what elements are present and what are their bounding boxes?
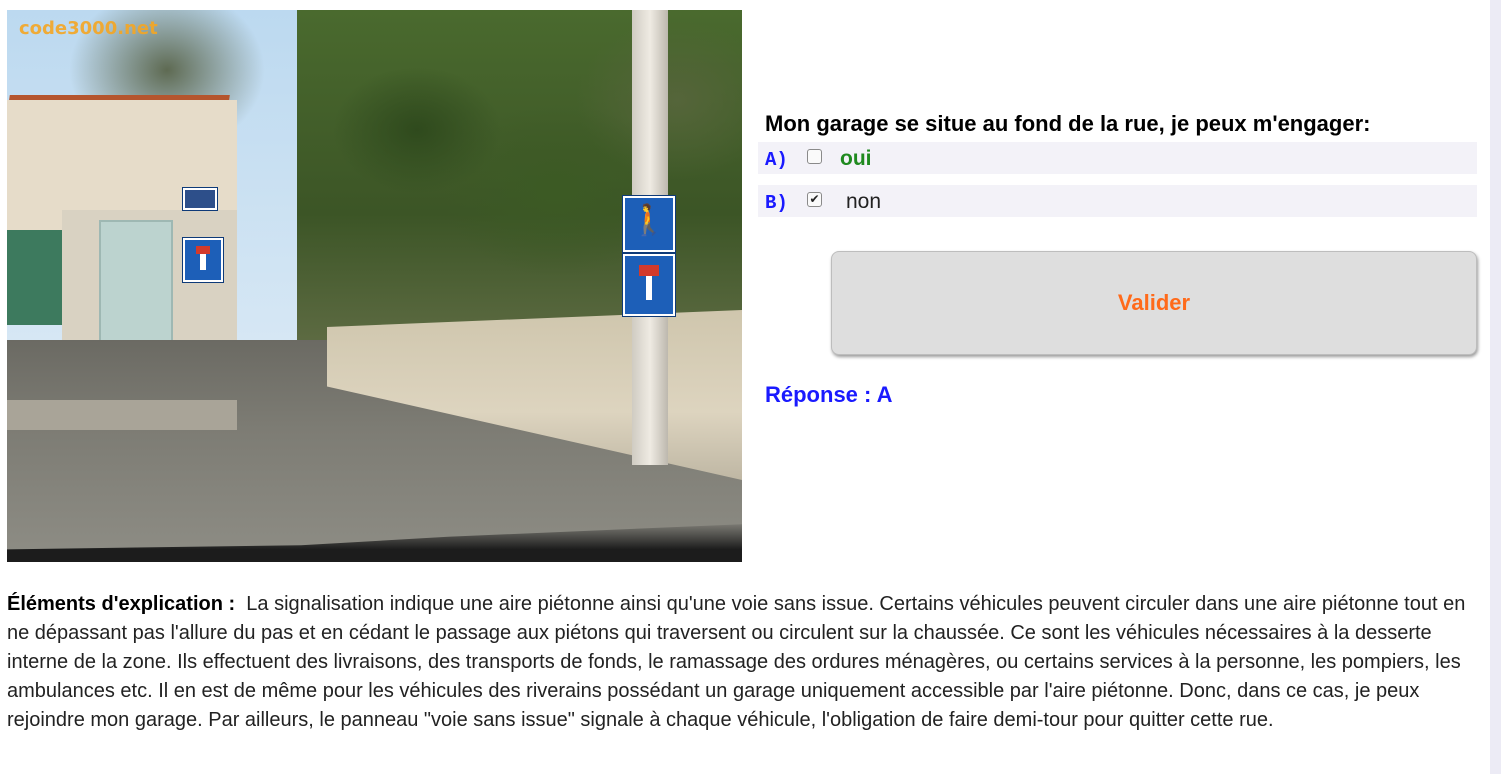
dead-end-stem	[645, 275, 653, 301]
dead-end-sign-icon	[623, 254, 675, 316]
explanation-block: Éléments d'explication : La signalisatio…	[7, 590, 1477, 735]
photo-sidewalk	[7, 400, 237, 430]
right-margin-strip	[1490, 0, 1501, 774]
question-text: Mon garage se situe au fond de la rue, j…	[765, 111, 1371, 136]
watermark-logo: code3000.net	[19, 18, 158, 39]
answer-label: non	[846, 190, 882, 213]
answer-label: oui	[840, 147, 872, 170]
answer-a-checkbox[interactable]	[807, 149, 822, 164]
question-photo: 🚶 code3000.net	[7, 10, 742, 562]
page: 🚶 code3000.net Mon garage se situe au fo…	[0, 0, 1501, 774]
dead-end-stem	[200, 253, 206, 271]
answer-option-a[interactable]: A) oui	[758, 142, 1477, 174]
dead-end-bar	[639, 265, 659, 276]
answer-b-checkbox[interactable]: ✔	[807, 192, 822, 207]
answer-letter: A)	[765, 149, 788, 171]
correct-answer-text: Réponse : A	[765, 382, 893, 407]
street-name-sign-icon	[183, 188, 217, 210]
photo-trees	[297, 10, 742, 350]
explanation-title: Éléments d'explication :	[7, 593, 236, 615]
pedestrian-zone-sign-icon: 🚶	[623, 196, 675, 252]
dead-end-sign-small-icon	[183, 238, 223, 282]
photo-fence	[7, 230, 62, 325]
validate-button[interactable]: Valider	[831, 251, 1477, 355]
answer-option-b[interactable]: B) ✔ non	[758, 185, 1477, 217]
dead-end-bar	[195, 246, 211, 254]
answer-letter: B)	[765, 192, 788, 214]
pedestrian-icon: 🚶	[630, 203, 668, 238]
